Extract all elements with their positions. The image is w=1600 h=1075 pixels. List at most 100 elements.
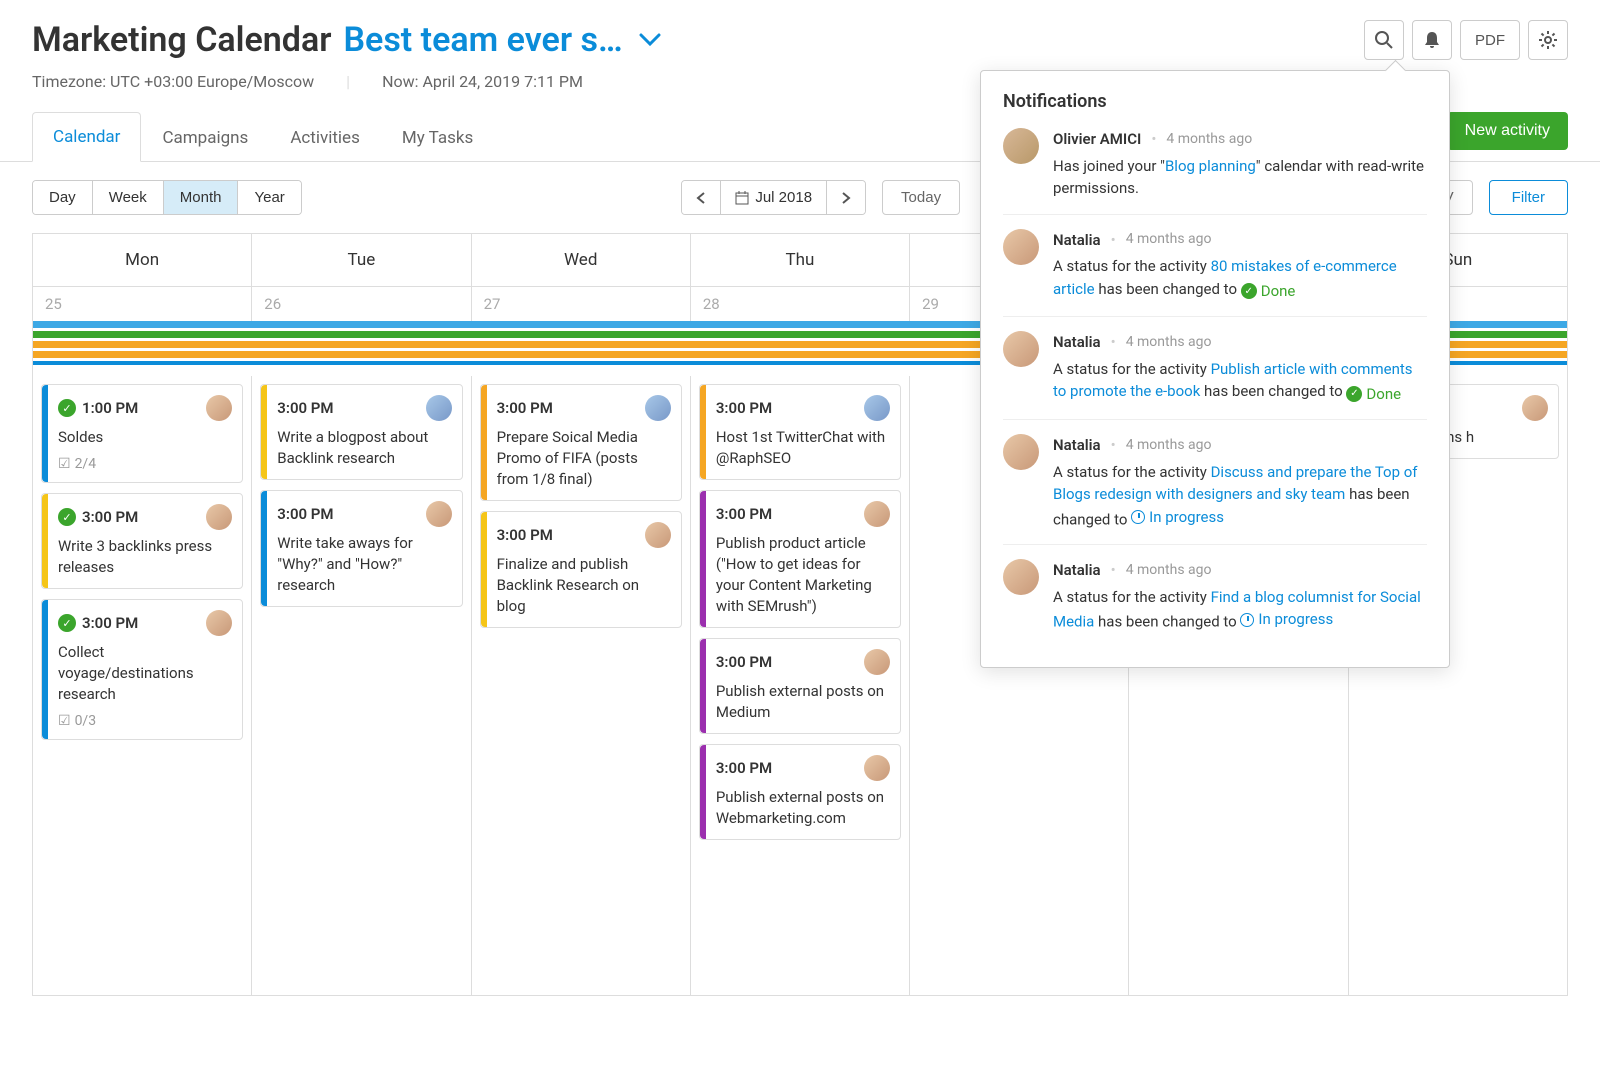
event-card[interactable]: 3:00 PMPublish external posts on Webmark… — [699, 744, 901, 840]
check-icon: ✓ — [1346, 386, 1362, 402]
notification-item[interactable]: Olivier AMICI•4 months agoHas joined you… — [1003, 128, 1427, 215]
pdf-export-button[interactable]: PDF — [1460, 20, 1520, 60]
event-color-bar — [700, 639, 706, 733]
notification-link[interactable]: 80 mistakes of e-commerce article — [1053, 257, 1397, 298]
assignee-avatar[interactable] — [864, 395, 890, 421]
view-month[interactable]: Month — [164, 181, 239, 214]
event-card[interactable]: 3:00 PMHost 1st TwitterChat with @RaphSE… — [699, 384, 901, 480]
event-card[interactable]: 3:00 PMPublish product article ("How to … — [699, 490, 901, 628]
event-color-bar — [42, 385, 48, 482]
status-done: ✓ Done — [1241, 280, 1296, 303]
view-week[interactable]: Week — [93, 181, 164, 214]
event-time: 3:00 PM — [82, 508, 138, 526]
calendar-icon — [735, 191, 749, 205]
event-color-bar — [700, 491, 706, 627]
event-title: Host 1st TwitterChat with @RaphSEO — [716, 427, 890, 469]
notification-avatar — [1003, 434, 1039, 470]
date-cell[interactable]: 25 — [33, 287, 252, 321]
notification-avatar — [1003, 128, 1039, 164]
tab-campaigns[interactable]: Campaigns — [141, 113, 269, 162]
assignee-avatar[interactable] — [864, 755, 890, 781]
assignee-avatar[interactable] — [206, 395, 232, 421]
assignee-avatar[interactable] — [864, 649, 890, 675]
clock-icon — [1240, 613, 1254, 627]
filter-button[interactable]: Filter — [1489, 180, 1568, 215]
event-column: ✓1:00 PMSoldes☑ 2/4✓3:00 PMWrite 3 backl… — [33, 376, 252, 995]
notification-item[interactable]: Natalia•4 months agoA status for the act… — [1003, 545, 1427, 647]
notification-author: Natalia — [1053, 229, 1101, 252]
notification-link[interactable]: Blog planning — [1165, 157, 1256, 175]
event-subtask-count: ☑ 0/3 — [58, 713, 232, 729]
view-day[interactable]: Day — [33, 181, 93, 214]
event-card[interactable]: 3:00 PMPublish external posts on Medium — [699, 638, 901, 734]
weekday-tue: Tue — [252, 234, 471, 286]
event-title: Prepare Soical Media Promo of FIFA (post… — [497, 427, 671, 490]
assignee-avatar[interactable] — [426, 395, 452, 421]
assignee-avatar[interactable] — [426, 501, 452, 527]
assignee-avatar[interactable] — [206, 610, 232, 636]
period-picker[interactable]: Jul 2018 — [721, 181, 827, 214]
event-card[interactable]: 3:00 PM Write take aways for "Why?" and "… — [260, 490, 462, 607]
date-cell[interactable]: 28 — [691, 287, 910, 321]
event-title: Publish external posts on Medium — [716, 681, 890, 723]
event-time: 3:00 PM — [277, 505, 333, 523]
event-card[interactable]: ✓3:00 PMWrite 3 backlinks press releases — [41, 493, 243, 589]
date-cell[interactable]: 27 — [472, 287, 691, 321]
notification-item[interactable]: Natalia•4 months agoA status for the act… — [1003, 317, 1427, 420]
team-selector[interactable]: Best team ever s… — [343, 20, 660, 60]
event-time: 3:00 PM — [716, 505, 772, 523]
event-card[interactable]: 3:00 PMWrite a blogpost about Backlink r… — [260, 384, 462, 480]
event-title: Soldes — [58, 427, 232, 448]
notification-item[interactable]: Natalia•4 months agoA status for the act… — [1003, 420, 1427, 545]
prev-period-button[interactable] — [682, 181, 721, 214]
notification-avatar — [1003, 331, 1039, 367]
notification-text: A status for the activity Discuss and pr… — [1053, 461, 1427, 531]
today-button[interactable]: Today — [882, 180, 960, 215]
event-time: 3:00 PM — [82, 614, 138, 632]
event-column: 3:00 PM Prepare Soical Media Promo of FIF… — [472, 376, 691, 995]
search-icon — [1374, 30, 1394, 50]
view-year[interactable]: Year — [238, 181, 300, 214]
event-time: 1:00 PM — [82, 399, 138, 417]
status-done: ✓ Done — [1346, 383, 1401, 406]
tab-calendar[interactable]: Calendar — [32, 112, 141, 162]
event-title: Publish external posts on Webmarketing.c… — [716, 787, 890, 829]
new-activity-button[interactable]: New activity — [1447, 112, 1568, 150]
event-title: Write 3 backlinks press releases — [58, 536, 232, 578]
tab-activities[interactable]: Activities — [269, 113, 381, 162]
assignee-avatar[interactable] — [1522, 395, 1548, 421]
notification-item[interactable]: Natalia•4 months agoA status for the act… — [1003, 215, 1427, 318]
event-title: Write take aways for "Why?" and "How?" r… — [277, 533, 451, 596]
notification-link[interactable]: Discuss and prepare the Top of Blogs red… — [1053, 463, 1418, 504]
notification-link[interactable]: Find a blog columnist for Social Media — [1053, 588, 1421, 631]
notification-author: Natalia — [1053, 559, 1101, 582]
event-column: 3:00 PM Host 1st TwitterChat with @RaphSE… — [691, 376, 910, 995]
event-time: 3:00 PM — [497, 526, 553, 544]
event-card[interactable]: ✓1:00 PMSoldes☑ 2/4 — [41, 384, 243, 483]
assignee-avatar[interactable] — [645, 395, 671, 421]
tab-my-tasks[interactable]: My Tasks — [381, 113, 494, 162]
date-cell[interactable]: 26 — [252, 287, 471, 321]
gear-icon — [1538, 30, 1558, 50]
event-column: 3:00 PMWrite a blogpost about Backlink r… — [252, 376, 471, 995]
event-card[interactable]: ✓3:00 PMCollect voyage/destinations rese… — [41, 599, 243, 740]
notifications-button[interactable] — [1412, 20, 1452, 60]
event-color-bar — [261, 385, 267, 479]
clock-icon — [1131, 510, 1145, 524]
notifications-title: Notifications — [1003, 91, 1427, 112]
event-card[interactable]: 3:00 PM Finalize and publish Backlink Res… — [480, 511, 682, 628]
chevron-right-icon — [841, 191, 851, 205]
event-card[interactable]: 3:00 PMPrepare Soical Media Promo of FIF… — [480, 384, 682, 501]
settings-button[interactable] — [1528, 20, 1568, 60]
event-color-bar — [42, 494, 48, 588]
next-period-button[interactable] — [827, 181, 865, 214]
timezone-label: Timezone: UTC +03:00 Europe/Moscow — [32, 72, 314, 91]
event-color-bar — [700, 745, 706, 839]
assignee-avatar[interactable] — [645, 522, 671, 548]
weekday-thu: Thu — [691, 234, 910, 286]
search-button[interactable] — [1364, 20, 1404, 60]
assignee-avatar[interactable] — [864, 501, 890, 527]
event-color-bar — [481, 512, 487, 627]
assignee-avatar[interactable] — [206, 504, 232, 530]
event-title: Finalize and publish Backlink Research o… — [497, 554, 671, 617]
